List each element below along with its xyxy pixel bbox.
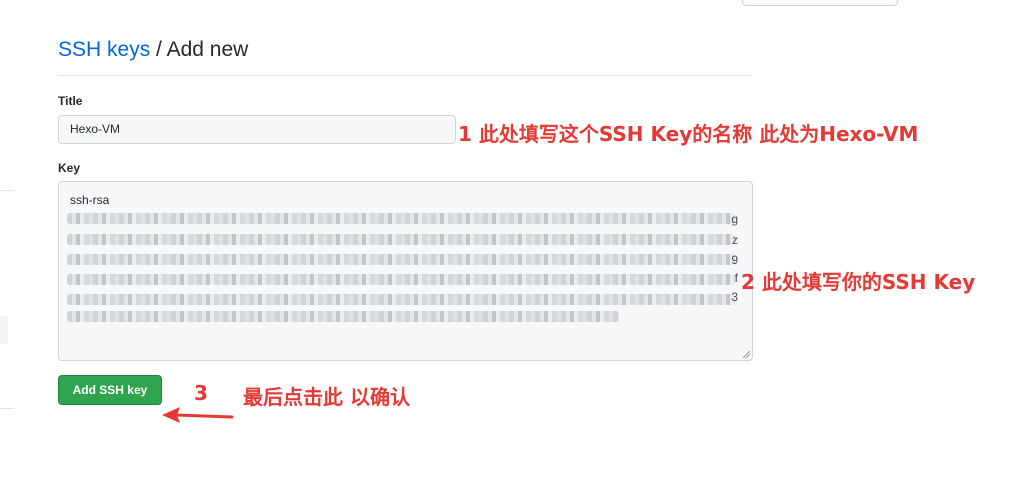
left-divider xyxy=(0,190,14,191)
title-label: Title xyxy=(58,94,83,108)
key-textarea[interactable]: ssh-rsa g z 9 f 3 xyxy=(58,181,753,361)
key-line-end: z xyxy=(732,233,738,247)
breadcrumb: SSH keys / Add new xyxy=(58,38,752,76)
resize-grip-icon[interactable] xyxy=(742,350,750,358)
redacted-key-line xyxy=(67,254,735,265)
key-line-end: f xyxy=(734,271,738,285)
annotation-step-3-text: 最后点击此 以确认 xyxy=(243,385,410,409)
redacted-key-line xyxy=(67,311,619,322)
key-line-end: 3 xyxy=(731,290,738,304)
key-line-end: 9 xyxy=(731,253,738,267)
key-label: Key xyxy=(58,161,81,175)
redacted-key-line xyxy=(67,274,735,285)
top-toolbar-stub xyxy=(742,0,898,6)
breadcrumb-separator: / xyxy=(150,38,167,61)
add-ssh-key-button[interactable]: Add SSH key xyxy=(58,375,162,405)
breadcrumb-current: Add new xyxy=(166,38,249,61)
annotation-step-2: 2 此处填写你的SSH Key xyxy=(741,270,976,294)
key-prefix-text: ssh-rsa xyxy=(70,193,110,207)
left-nav-stub xyxy=(0,316,8,344)
key-line-end: g xyxy=(731,212,738,226)
left-divider xyxy=(0,408,14,409)
redacted-key-line xyxy=(67,294,735,305)
annotation-step-1: 1 此处填写这个SSH Key的名称 此处为Hexo-VM xyxy=(458,122,919,146)
redacted-key-line xyxy=(67,234,735,245)
redacted-key-line xyxy=(67,213,735,224)
breadcrumb-link-ssh-keys[interactable]: SSH keys xyxy=(58,38,150,61)
left-arrow-icon xyxy=(162,407,234,423)
title-input[interactable]: Hexo-VM xyxy=(58,115,456,144)
